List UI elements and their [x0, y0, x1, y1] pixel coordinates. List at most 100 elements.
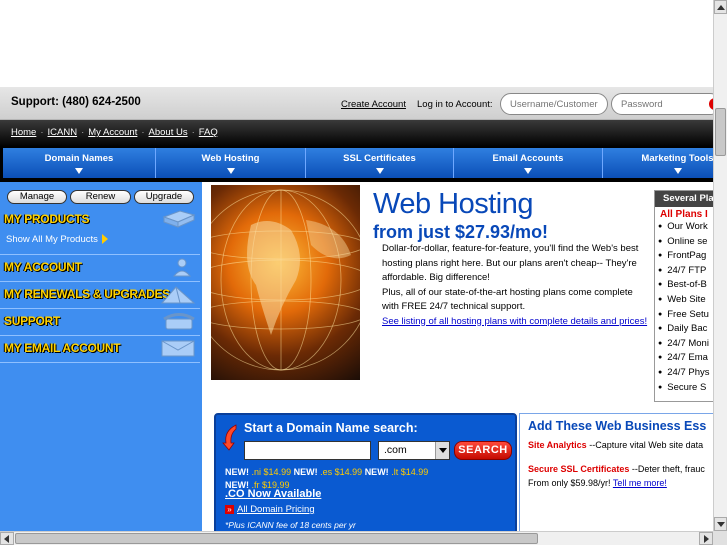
username-field[interactable]	[500, 93, 608, 115]
co-available-link[interactable]: .CO Now Available	[225, 488, 321, 500]
faq-link[interactable]: FAQ	[199, 127, 218, 138]
scroll-up-button[interactable]	[714, 0, 727, 14]
manage-button[interactable]: Manage	[7, 190, 67, 204]
ssl-label: Secure SSL Certificates	[528, 464, 630, 474]
chevron-down-icon	[226, 168, 235, 174]
sidebar-item-support[interactable]: SUPPORT	[0, 308, 200, 335]
list-item: Online se	[658, 235, 713, 250]
list-item: 24/7 Ema	[658, 351, 713, 366]
promo-price: $14.99	[334, 467, 363, 477]
chevron-down-icon	[673, 168, 682, 174]
scroll-thumb[interactable]	[715, 108, 726, 156]
account-sidebar: Manage Renew Upgrade MY PRODUCTS Show Al…	[0, 182, 202, 531]
plans-header: Several Pla	[655, 191, 713, 207]
chevron-down-icon	[435, 442, 449, 459]
home-link[interactable]: Home	[11, 127, 36, 138]
my-account-link[interactable]: My Account	[88, 127, 137, 138]
plans-subheader: All Plans I	[660, 209, 708, 220]
scroll-left-button[interactable]	[0, 532, 14, 545]
list-item: 24/7 Moni	[658, 337, 713, 352]
link-separator: ·	[191, 127, 195, 138]
main-nav: Domain Names Web Hosting SSL Certificate…	[0, 147, 713, 182]
password-field[interactable]	[611, 93, 713, 115]
sidebar-item-label: MY RENEWALS & UPGRADES	[4, 287, 170, 301]
server-icon	[162, 210, 196, 228]
tab-label: Marketing Tools	[641, 153, 713, 164]
chevron-down-icon	[524, 168, 532, 174]
vertical-scrollbar[interactable]	[713, 0, 727, 531]
hosting-plans-link[interactable]: See listing of all hosting plans with co…	[382, 316, 647, 327]
domain-search-panel: Start a Domain Name search: .com SEARCH …	[214, 413, 517, 531]
phone-icon	[163, 313, 195, 330]
tab-web-hosting[interactable]: Web Hosting	[156, 148, 306, 178]
domain-search-title: Start a Domain Name search:	[244, 421, 418, 435]
support-bar: Support: (480) 624-2500 Create Account L…	[0, 87, 713, 120]
list-item: FrontPag	[658, 249, 713, 264]
play-arrow-icon	[101, 234, 108, 245]
tab-marketing-tools[interactable]: Marketing Tools	[603, 148, 713, 178]
tld-promo-line: NEW! .ni $14.99 NEW! .es $14.99 NEW! .lt…	[225, 467, 428, 477]
list-item: Our Work	[658, 220, 713, 235]
sidebar-item-my-products[interactable]: MY PRODUCTS	[0, 206, 200, 233]
promo-new-label: NEW!	[364, 467, 389, 477]
login-label: Log in to Account:	[417, 99, 493, 110]
scrollbar-corner	[713, 531, 727, 545]
tld-selected: .com	[384, 444, 407, 456]
scroll-down-button[interactable]	[714, 517, 727, 531]
sidebar-item-my-account[interactable]: MY ACCOUNT	[0, 254, 200, 281]
plans-list: Our Work Online se FrontPag 24/7 FTP Bes…	[655, 220, 713, 395]
icann-fee-note: *Plus ICANN fee of 18 cents per yr	[225, 520, 356, 530]
tab-label: Domain Names	[44, 153, 114, 164]
sidebar-item-label: SUPPORT	[4, 314, 60, 328]
tld-select[interactable]: .com	[378, 441, 450, 460]
scroll-thumb[interactable]	[15, 533, 538, 544]
ssl-line: Secure SSL Certificates --Deter theft, f…	[528, 464, 705, 474]
upgrade-button[interactable]: Upgrade	[134, 190, 194, 204]
sidebar-item-label: MY EMAIL ACCOUNT	[4, 341, 121, 355]
ssl-price-line: From only $59.98/yr! Tell me more!	[528, 478, 667, 488]
business-essentials-panel: Add These Web Business Ess Site Analytic…	[519, 413, 713, 531]
promo-tld: .lt	[391, 467, 399, 477]
list-item: Daily Bac	[658, 322, 713, 337]
all-domain-pricing-link[interactable]: » All Domain Pricing	[225, 504, 315, 515]
person-icon	[172, 258, 192, 277]
plans-box: Several Pla All Plans I Our Work Online …	[654, 190, 713, 402]
tab-ssl-certificates[interactable]: SSL Certificates	[306, 148, 454, 178]
sidebar-item-my-renewals-upgrades[interactable]: MY RENEWALS & UPGRADES	[0, 281, 200, 308]
show-all-products-link[interactable]: Show All My Products	[6, 234, 108, 245]
tab-domain-names[interactable]: Domain Names	[3, 148, 156, 178]
page: Support: (480) 624-2500 Create Account L…	[0, 87, 713, 531]
show-all-label: Show All My Products	[6, 234, 98, 245]
list-item: 24/7 Phys	[658, 366, 713, 381]
promo-new-label: NEW!	[293, 467, 318, 477]
tell-me-more-link[interactable]: Tell me more!	[613, 478, 667, 488]
list-item: Web Site	[658, 293, 713, 308]
tab-email-accounts[interactable]: Email Accounts	[454, 148, 603, 178]
hero-description: Dollar-for-dollar, feature-for-feature, …	[382, 242, 648, 329]
pricing-label: All Domain Pricing	[237, 504, 315, 515]
browser-viewport: Support: (480) 624-2500 Create Account L…	[0, 0, 713, 531]
hero-paragraph: Dollar-for-dollar, feature-for-feature, …	[382, 243, 639, 283]
link-separator: ·	[40, 127, 44, 138]
about-us-link[interactable]: About Us	[149, 127, 188, 138]
search-button[interactable]: SEARCH	[454, 441, 512, 460]
utility-links-bar: Home · ICANN · My Account · About Us · FAQ	[0, 120, 713, 147]
list-item: Best-of-B	[658, 278, 713, 293]
promo-tld: .ni	[251, 467, 262, 477]
icann-link[interactable]: ICANN	[48, 127, 78, 138]
sidebar-item-my-email-account[interactable]: MY EMAIL ACCOUNT	[0, 335, 200, 362]
envelope-icon	[161, 340, 195, 357]
create-account-link[interactable]: Create Account	[341, 99, 406, 110]
red-arrow-icon: »	[225, 505, 234, 514]
promo-price: $14.99	[263, 467, 292, 477]
ssl-price: From only $59.98/yr!	[528, 478, 613, 488]
divider	[0, 362, 200, 363]
sidebar-item-label: MY PRODUCTS	[4, 212, 90, 226]
chevron-down-icon	[375, 168, 384, 174]
scroll-right-button[interactable]	[699, 532, 713, 545]
support-phone: Support: (480) 624-2500	[11, 96, 141, 108]
horizontal-scrollbar[interactable]	[0, 531, 713, 545]
domain-search-input[interactable]	[244, 441, 371, 460]
renew-button[interactable]: Renew	[70, 190, 131, 204]
tab-label: Email Accounts	[492, 153, 564, 164]
